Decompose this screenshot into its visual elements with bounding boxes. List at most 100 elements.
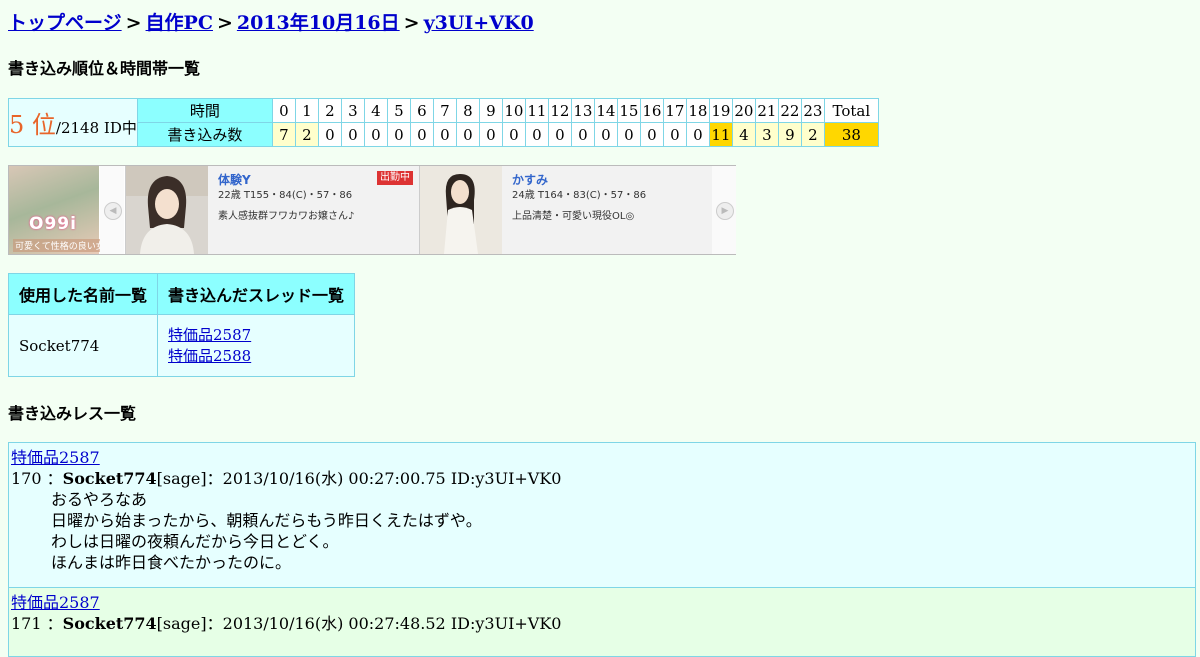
post-mail: [sage] [156,469,207,488]
hour-header-cell: 8 [455,98,480,123]
breadcrumb-separator: > [216,12,233,34]
hour-header-cell: 11 [524,98,549,123]
ad-card-2[interactable]: かすみ 24歳 T164・83(C)・57・86 上品清楚・可愛い現役OL◎ [419,166,712,254]
hour-header-cell: 21 [754,98,779,123]
hour-count-cell: 0 [547,122,572,147]
post-line: わしは日曜の夜頼んだから今日とどく。 [51,532,339,551]
post-line: 日曜から始まったから、朝頼んだらもう昨日くえたはずや。 [51,511,482,530]
hour-header-cell: 10 [501,98,526,123]
ad-card-description: 素人感抜群フワカワお嬢さん♪ [218,211,355,222]
rank-total: /2148 ID中 [55,119,137,137]
ad-logo-subtitle: 可愛くて性格の良い女 [13,239,107,252]
hour-header-cell: 2 [317,98,342,123]
post-datetime: 2013/10/16(水) 00:27:00.75 ID:y3UI+VK0 [222,469,562,488]
hour-count-cell: 0 [662,122,687,147]
hour-count-cell: 3 [754,122,779,147]
post-thread-link[interactable]: 特価品2587 [11,447,1193,468]
post-datetime: 2013/10/16(水) 00:27:48.52 ID:y3UI+VK0 [222,614,562,633]
hour-header-cell: 3 [340,98,365,123]
hour-header-cell: 6 [409,98,434,123]
post-mail: [sage] [156,614,207,633]
hour-header-cell: 17 [662,98,687,123]
count-label: 書き込み数 [136,122,273,147]
post-thread-link[interactable]: 特価品2587 [11,592,1193,613]
hour-count-cell: 0 [432,122,457,147]
hour-count-cell: 4 [731,122,756,147]
used-name: Socket774 [8,314,158,377]
hour-header-cell: 4 [363,98,388,123]
ad-banner[interactable]: O99i 可愛くて性格の良い女 ◀ 体験Y 出勤中 22歳 T155・84(C)… [8,165,736,255]
hour-header-cell: 13 [570,98,595,123]
hour-count-cell: 0 [501,122,526,147]
hour-count-cell: 0 [409,122,434,147]
rank-value: 5 位 [9,111,56,139]
profile-photo [126,166,208,254]
status-badge: 出勤中 [377,171,413,185]
breadcrumb-category-link[interactable]: 自作PC [146,12,213,34]
hour-header-cell: 15 [616,98,641,123]
ad-next-button[interactable]: ▶ [712,166,736,254]
hour-count-cell: 0 [455,122,480,147]
breadcrumb: トップページ > 自作PC >2013年10月16日 > y3UI+VK0 [8,8,534,35]
hour-count-cell: 0 [524,122,549,147]
hour-header-cell: 19 [708,98,733,123]
post-author: Socket774 [62,469,157,488]
breadcrumb-separator: > [403,12,420,34]
breadcrumb-id-link[interactable]: y3UI+VK0 [424,12,534,34]
hour-header-cell: 1 [294,98,319,123]
hour-header-cell: 5 [386,98,411,123]
hour-count-cell: 0 [639,122,664,147]
count-row: 書き込み数 7 2 0 0 0 0 0 0 0 0 0 0 0 0 0 0 0 0 0 11 4 3 9 2 38 [9,122,879,147]
thread-list: 特価品2587 特価品2588 [157,314,355,377]
time-label: 時間 [136,98,273,123]
ad-logo-text: O99i [29,214,77,234]
hour-count-cell: 0 [340,122,365,147]
hour-header-cell: 16 [639,98,664,123]
thread-link[interactable]: 特価品2588 [168,346,344,367]
names-column-header: 使用した名前一覧 [8,273,158,315]
hour-header-cell: 12 [547,98,572,123]
post-number: 171 [11,614,42,633]
ad-card-spec: 22歳 T155・84(C)・57・86 [218,190,353,201]
hour-header-cell: 14 [593,98,618,123]
post-meta: 170 ：Socket774[sage]：2013/10/16(水) 00:27… [11,469,562,488]
hour-count-cell: 0 [317,122,342,147]
breadcrumb-date-link[interactable]: 2013年10月16日 [237,12,400,34]
profile-photo [420,166,502,254]
hour-count-cell: 0 [386,122,411,147]
post-line: ほんまは昨日食べたかったのに。 [51,553,292,572]
ranking-heading: 書き込み順位＆時間帯一覧 [8,59,201,78]
thread-link[interactable]: 特価品2587 [168,325,344,346]
hour-row: 5 位/2148 ID中 時間 0 1 2 3 4 5 6 7 8 9 10 11 12 13 14 15 16… [8,98,879,147]
hour-header-cell: 18 [685,98,710,123]
hour-count-cell: 0 [593,122,618,147]
hour-count-cell: 0 [616,122,641,147]
hour-count-cell: 0 [363,122,388,147]
breadcrumb-top-link[interactable]: トップページ [8,12,122,34]
hour-header-cell: 20 [731,98,756,123]
post-meta: 171 ：Socket774[sage]：2013/10/16(水) 00:27… [11,614,562,633]
names-threads-table: 使用した名前一覧 書き込んだスレッド一覧 Socket774 特価品2587 特… [8,273,355,377]
ad-card-1[interactable]: 体験Y 出勤中 22歳 T155・84(C)・57・86 素人感抜群フワカワお嬢… [125,166,419,254]
hour-count-cell: 0 [685,122,710,147]
post: 特価品2587 171 ：Socket774[sage]：2013/10/16(… [8,587,1196,657]
chevron-left-icon: ◀ [104,202,122,220]
ad-prev-button[interactable]: ◀ [100,166,124,254]
hour-count-cell: 2 [800,122,825,147]
ranking-table: 5 位/2148 ID中 時間 0 1 2 3 4 5 6 7 8 9 10 11 12 13 14 15 16… [8,98,879,147]
hour-count-cell: 11 [708,122,733,147]
post-line: おるやろなあ [51,490,148,509]
total-header-cell: Total [823,98,879,123]
hour-count-cell: 9 [777,122,802,147]
chevron-right-icon: ▶ [716,202,734,220]
post-body: おるやろなあ 日曜から始まったから、朝頼んだらもう昨日くえたはずや。 わしは日曜… [11,489,1193,573]
hour-header-cell: 22 [777,98,802,123]
breadcrumb-separator: > [125,12,142,34]
hour-count-cell: 7 [271,122,296,147]
hour-header-cell: 9 [478,98,503,123]
post-number: 170 [11,469,42,488]
hour-count-cell: 0 [478,122,503,147]
hour-count-cell: 2 [294,122,319,147]
total-count-cell: 38 [823,122,879,147]
ad-logo[interactable]: O99i 可愛くて性格の良い女 [9,166,107,254]
